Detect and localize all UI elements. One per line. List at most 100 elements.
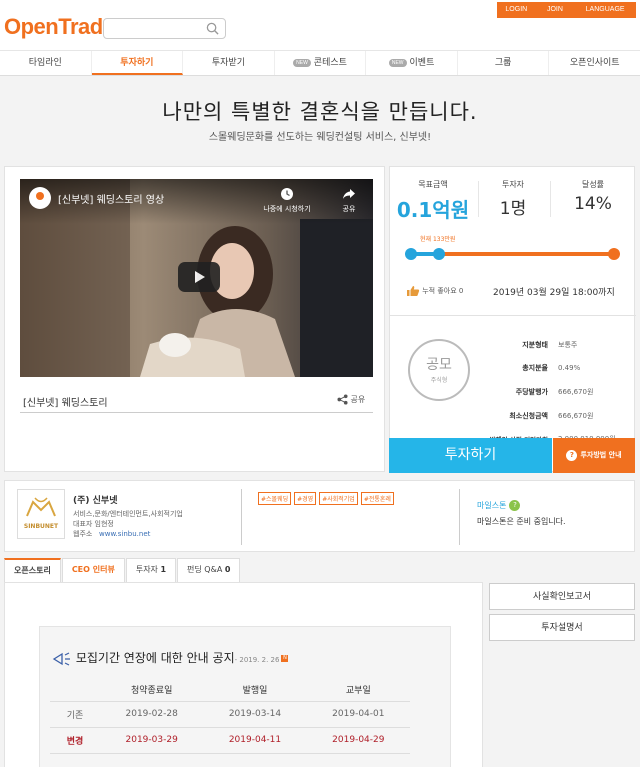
table-header: 청약종료일 발행일 교부일 [50,679,410,702]
company-category: 서비스,문화/엔터테인먼트,사회적기업 [73,510,183,518]
tag[interactable]: #경영 [294,492,317,505]
header: OpenTrade LOGIN JOIN LANGUAGE [0,0,640,50]
question-icon: ? [566,449,578,461]
opentrade-logo[interactable]: OpenTrade [4,14,115,40]
table-cell: 2019-03-29 [100,727,204,754]
nav-label: 오픈인사이트 [569,58,620,68]
nav-invest[interactable]: 투자하기 [91,51,184,75]
company-tags: #스몰웨딩 #경영 #사회적기업 #전통혼례 [258,492,418,505]
goal-label: 목표금액 [418,180,448,189]
join-link[interactable]: JOIN [536,2,575,18]
progress-end-dot [608,248,620,260]
offering-info-list: 지분형태 보통주 총지분율 0.49% 주당발행가 666,670원 최소신청금액 66… [484,333,634,451]
page-subtitle: 스몰웨딩문화를 선도하는 웨딩컨설팅 서비스, 신부넷! [208,132,432,143]
like-text: 누적 좋아요 0 [422,287,464,295]
caption-share-button[interactable]: 공유 [337,394,365,405]
homepage-link[interactable]: www.sinbu.net [99,530,150,538]
notice-box: 모집기간 연장에 대한 안내 공지- 2019. 2. 26 N 청약종료일 발행… [39,626,451,767]
video-caption: [신부넷] 웨딩스토리 [23,398,108,409]
fact-check-report-button[interactable]: 사실확인보고서 [489,583,635,610]
tab-count: 1 [160,565,167,574]
offering-type-stamp: 공모 주식형 [408,339,470,401]
video-share-button[interactable]: 공유 [336,187,362,214]
info-key: 주당발행가 [515,387,548,396]
company-homepage-row: 웹주소 www.sinbu.net [73,529,150,539]
nav-get-investment[interactable]: 투자받기 [183,51,275,75]
table-row: 변경 2019-03-29 2019-04-11 2019-04-29 [50,727,410,754]
info-value: 0.49% [558,364,581,373]
nav-timeline[interactable]: 타임라인 [0,51,92,75]
stamp-main: 공모 [426,357,452,373]
company-info: SINBUNET (주) 신부넷 서비스,문화/엔터테인먼트,사회적기업 대표자… [4,480,635,552]
goal-amount-stat: 목표금액 0.1억원 [390,179,476,223]
goal-value: 0.1억원 [396,198,470,222]
tab-label: 투자자 [135,565,158,574]
company-logo-mark [26,497,56,517]
tab-label: 오픈스토리 [14,566,51,575]
search-input[interactable] [103,18,226,39]
info-value: 보통주 [558,340,578,349]
info-key: 총지분율 [522,364,548,373]
guide-label: 투자방법 안내 [580,451,622,459]
table-cell: 2019-03-14 [203,701,307,728]
tab-investors[interactable]: 투자자 1 [125,558,177,582]
search-icon[interactable] [206,22,219,35]
info-row: 총지분율 0.49% [484,357,634,381]
video-share-label: 공유 [342,205,356,213]
milestone-label: 마일스톤 [477,501,507,510]
column-header: 교부일 [306,679,410,702]
top-account-bar: LOGIN JOIN LANGUAGE [497,2,636,18]
video-overlay-title: [신부넷] 웨딩스토리 영상 [58,195,165,206]
language-link[interactable]: LANGUAGE [574,2,636,18]
nav-contest[interactable]: NEW 콘테스트 [275,51,367,75]
funding-stats-panel: 목표금액 0.1억원 투자자 1명 달성률 14% 현재 133만원 누적 좋아… [389,166,636,472]
prospectus-button[interactable]: 투자설명서 [489,614,635,641]
homepage-label: 웹주소 [73,530,93,538]
tab-ceo-interview[interactable]: CEO 인터뷰 [61,558,125,582]
nav-label: 그룹 [494,58,512,68]
like-counter[interactable]: 누적 좋아요 0 [406,285,463,297]
info-row: 지분형태 보통주 [484,333,634,357]
tab-funding-qa[interactable]: 펀딩 Q&A 0 [177,558,241,582]
caption-share-label: 공유 [350,395,366,404]
investors-label: 투자자 [501,180,525,189]
play-button[interactable] [178,262,220,292]
nav-group[interactable]: 그룹 [458,51,550,75]
divider [459,489,460,545]
tag[interactable]: #전통혼례 [360,492,394,505]
nav-event[interactable]: NEW 이벤트 [366,51,458,75]
new-badge: N [281,655,289,662]
watch-later-button[interactable]: 나중에 시청하기 [258,187,316,214]
tag[interactable]: #사회적기업 [319,492,358,505]
investors-value: 1명 [499,199,527,219]
nav-label: 타임라인 [28,58,62,68]
stamp-sub: 주식형 [430,377,448,384]
investors-stat: 투자자 1명 [478,179,548,219]
invest-button[interactable]: 투자하기 [389,438,552,473]
megaphone-icon [52,651,70,666]
new-badge: NEW [293,58,311,67]
milestone-heading: 마일스톤? [477,500,521,511]
table-cell: 2019-04-01 [306,701,410,728]
table-cell: 2019-02-28 [100,701,204,728]
company-logo[interactable]: SINBUNET [17,489,65,539]
login-link[interactable]: LOGIN [497,2,536,18]
milestone-text: 마일스톤은 준비 중입니다. [477,517,566,526]
video-panel: [신부넷] 웨딩스토리 영상 나중에 시청하기 공유 [신부넷] 웨딩스토리 공… [4,166,385,472]
notice-date: - 2019. 2. 26 [234,656,280,664]
achievement-rate-stat: 달성률 14% [550,179,636,214]
info-value: 666,670원 [558,411,594,420]
notice-heading: 모집기간 연장에 대한 안내 공지- 2019. 2. 26 N [52,649,289,666]
main-nav: 타임라인 투자하기 투자받기 NEW 콘테스트 NEW 이벤트 그룹 오픈인사이트 [0,50,640,76]
video-player[interactable]: [신부넷] 웨딩스토리 영상 나중에 시청하기 공유 [20,179,373,377]
nav-open-insight[interactable]: 오픈인사이트 [549,51,640,75]
table-cell: 2019-04-29 [306,727,410,754]
nav-label: 투자하기 [120,58,154,68]
share-arrow-icon [343,189,355,199]
rate-value: 14% [574,194,612,214]
company-logo-text: SINBUNET [23,523,59,530]
tab-open-story[interactable]: 오픈스토리 [4,558,61,582]
question-icon[interactable]: ? [509,500,521,511]
tag[interactable]: #스몰웨딩 [258,492,292,505]
investment-guide-button[interactable]: ? 투자방법 안내 [553,438,635,473]
